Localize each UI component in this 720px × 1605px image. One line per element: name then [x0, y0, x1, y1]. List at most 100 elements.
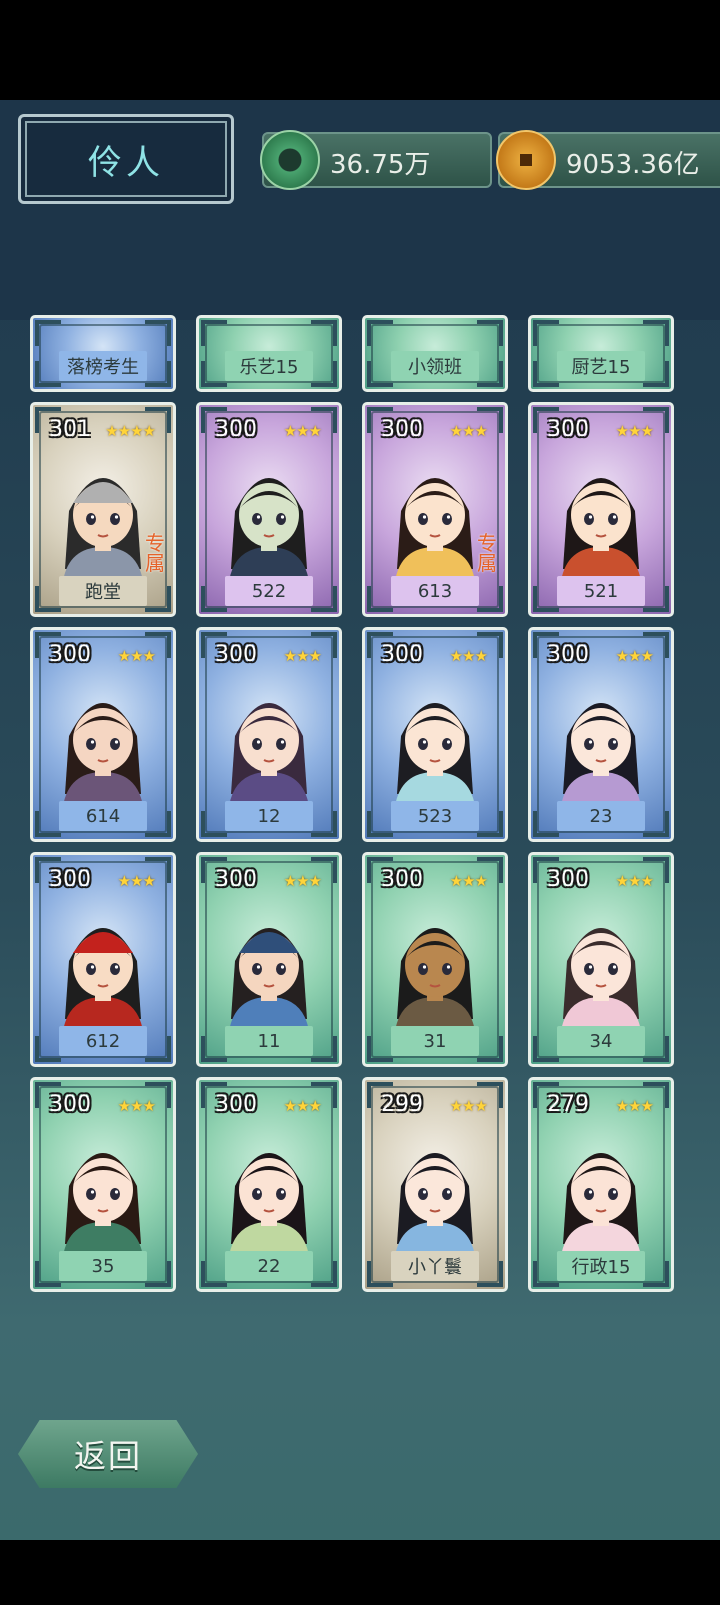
character-card[interactable]: 300 ★★★ 35 [30, 1077, 176, 1292]
character-card[interactable]: 299 ★★★ 小丫鬟 [362, 1077, 508, 1292]
character-name: 523 [391, 801, 479, 831]
card-frame-corner [145, 407, 171, 433]
character-card[interactable]: 落榜考生 [30, 315, 176, 392]
card-frame-corner [145, 320, 171, 346]
character-portrait [63, 1153, 143, 1256]
character-card[interactable]: 300 ★★★ 31 [362, 852, 508, 1067]
character-card[interactable]: 厨艺15 [528, 315, 674, 392]
character-name: 11 [225, 1026, 313, 1056]
card-frame-corner [367, 586, 393, 612]
character-portrait [63, 928, 143, 1031]
page-title: 伶人 [88, 142, 164, 183]
character-card[interactable]: 300 ★★★ 23 [528, 627, 674, 842]
card-frame-corner [477, 320, 503, 346]
card-frame-corner [145, 811, 171, 837]
character-portrait [395, 703, 475, 806]
character-portrait [229, 928, 309, 1031]
card-frame-corner [367, 632, 393, 658]
nav-bar-area [0, 1540, 720, 1605]
card-frame-corner [201, 811, 227, 837]
character-portrait [63, 478, 143, 581]
card-frame-corner [201, 857, 227, 883]
character-card[interactable]: 小领班 [362, 315, 508, 392]
card-frame-corner [533, 857, 559, 883]
card-frame-corner [35, 1261, 61, 1287]
character-card[interactable]: 300 ★★★ 522 [196, 402, 342, 617]
character-name: 34 [557, 1026, 645, 1056]
character-card[interactable]: 300 ★★★ 521 [528, 402, 674, 617]
card-frame-corner [35, 361, 61, 387]
card-frame-corner [643, 361, 669, 387]
card-frame-corner [201, 407, 227, 433]
character-name: 12 [225, 801, 313, 831]
card-frame-corner [35, 320, 61, 346]
jade-currency-value: 36.75万 [330, 150, 431, 180]
card-frame-corner [201, 632, 227, 658]
copper-coin-icon [496, 130, 556, 190]
character-card[interactable]: 300 ★★★ 614 [30, 627, 176, 842]
card-frame-corner [201, 586, 227, 612]
character-card[interactable]: 300 ★★★ 612 [30, 852, 176, 1067]
character-card[interactable]: 300 ★★★ 11 [196, 852, 342, 1067]
card-frame-corner [35, 857, 61, 883]
card-frame-corner [145, 361, 171, 387]
character-name: 乐艺15 [225, 351, 313, 381]
header: 伶人 36.75万 9053.36亿 [0, 100, 720, 320]
character-card[interactable]: 乐艺15 [196, 315, 342, 392]
character-portrait [395, 1153, 475, 1256]
character-name: 613 [391, 576, 479, 606]
card-frame-corner [367, 1036, 393, 1062]
character-portrait [395, 928, 475, 1031]
card-frame-corner [477, 857, 503, 883]
character-name: 22 [225, 1251, 313, 1281]
card-frame-corner [145, 1036, 171, 1062]
character-card[interactable]: 300 ★★★ 34 [528, 852, 674, 1067]
exclusive-badge: 专属 [145, 531, 165, 575]
character-portrait [229, 478, 309, 581]
hat [73, 932, 133, 953]
card-frame-corner [311, 407, 337, 433]
card-frame-corner [533, 811, 559, 837]
character-card[interactable]: 301 ★★★★ 跑堂 专属 [30, 402, 176, 617]
character-card[interactable]: 300 ★★★ 613 专属 [362, 402, 508, 617]
card-frame-corner [477, 632, 503, 658]
card-frame-corner [477, 407, 503, 433]
card-frame-corner [145, 1082, 171, 1108]
card-frame-corner [311, 320, 337, 346]
jade-disc-icon [260, 130, 320, 190]
character-name: 小领班 [391, 351, 479, 381]
card-frame-corner [145, 632, 171, 658]
character-card[interactable]: 279 ★★★ 行政15 [528, 1077, 674, 1292]
card-frame-corner [311, 857, 337, 883]
character-portrait [561, 478, 641, 581]
card-frame-corner [533, 1082, 559, 1108]
character-card[interactable]: 300 ★★★ 12 [196, 627, 342, 842]
character-portrait [229, 1153, 309, 1256]
card-frame-corner [311, 1036, 337, 1062]
character-name: 小丫鬟 [391, 1251, 479, 1281]
card-frame-corner [477, 1261, 503, 1287]
character-name: 行政15 [557, 1251, 645, 1281]
roster-screen: 伶人 36.75万 9053.36亿 落榜考生 乐艺15 小领班 厨艺15 30… [0, 100, 720, 1540]
card-frame-corner [643, 320, 669, 346]
character-card[interactable]: 300 ★★★ 523 [362, 627, 508, 842]
back-button[interactable]: 返回 [18, 1420, 198, 1488]
character-name: 跑堂 [59, 576, 147, 606]
character-name: 614 [59, 801, 147, 831]
card-frame-corner [643, 857, 669, 883]
card-frame-corner [35, 632, 61, 658]
card-frame-corner [533, 361, 559, 387]
card-frame-corner [311, 361, 337, 387]
card-frame-corner [643, 586, 669, 612]
card-frame-corner [145, 857, 171, 883]
character-name: 23 [557, 801, 645, 831]
card-frame-corner [533, 1036, 559, 1062]
coin-currency-counter[interactable]: 9053.36亿 [496, 130, 720, 190]
exclusive-badge: 专属 [477, 531, 497, 575]
character-name: 522 [225, 576, 313, 606]
jade-currency-counter[interactable]: 36.75万 [260, 130, 492, 190]
card-frame-corner [643, 407, 669, 433]
character-card[interactable]: 300 ★★★ 22 [196, 1077, 342, 1292]
status-bar-area [0, 0, 720, 100]
card-frame-corner [643, 1261, 669, 1287]
